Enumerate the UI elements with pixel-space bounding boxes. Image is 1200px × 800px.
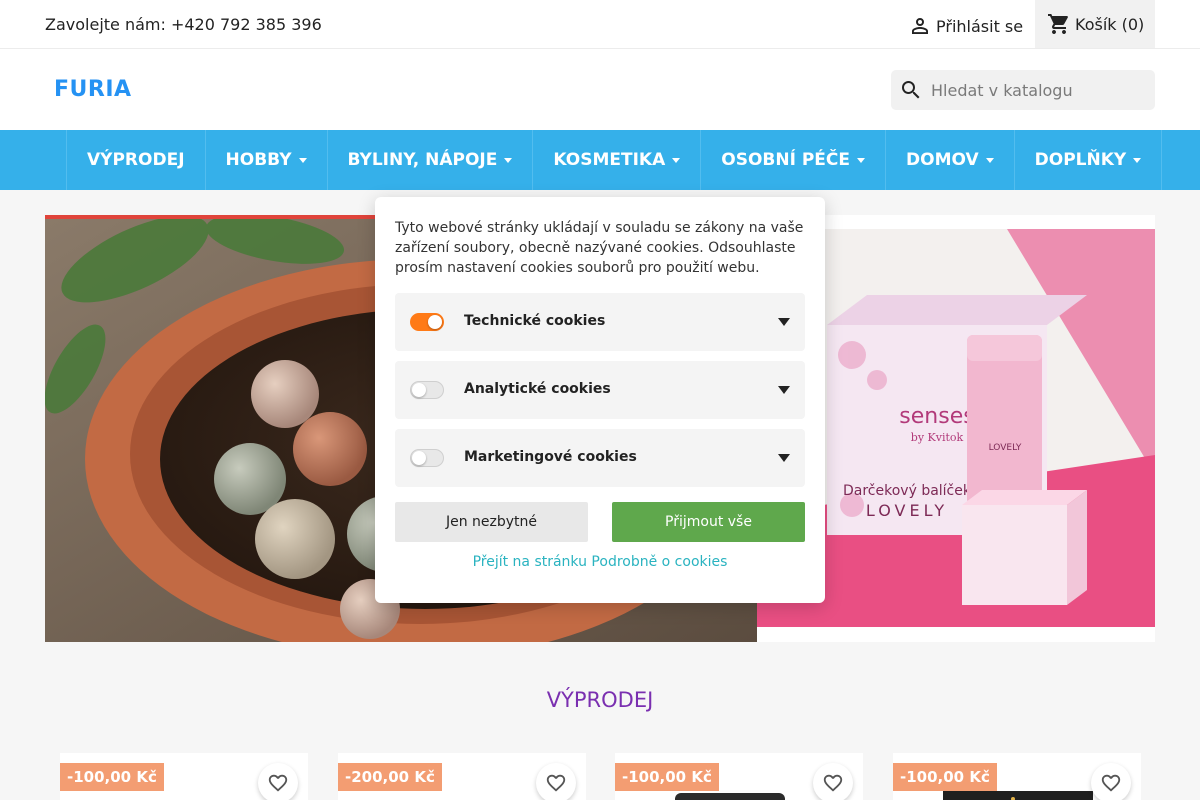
nav-item-label: KOSMETIKA	[553, 150, 666, 170]
cookie-category-analytics[interactable]: Analytické cookies	[395, 361, 805, 419]
nav-item-label: DOPLŇKY	[1034, 150, 1127, 170]
product-card[interactable]: -200,00 Kč	[338, 753, 586, 800]
caret-down-icon	[672, 157, 681, 163]
heart-outline-icon	[1101, 774, 1121, 792]
nav-item-label: OSOBNÍ PÉČE	[721, 150, 850, 170]
gift-title: Darčekový balíček	[843, 483, 972, 499]
signin-label: Přihlásit se	[936, 16, 1024, 36]
cookie-category-label: Marketingové cookies	[464, 449, 637, 465]
wishlist-button[interactable]	[813, 763, 853, 800]
caret-down-icon	[985, 157, 994, 163]
discount-badge: -100,00 Kč	[615, 763, 719, 791]
cart-label: Košík (0)	[1075, 14, 1145, 34]
wishlist-button[interactable]	[536, 763, 576, 800]
search-box[interactable]	[891, 70, 1155, 110]
signin-link[interactable]: Přihlásit se	[908, 14, 1023, 38]
search-icon[interactable]	[899, 78, 923, 102]
cart-button[interactable]: Košík (0)	[1035, 0, 1155, 48]
nav-item-osobní-péče[interactable]: OSOBNÍ PÉČE	[701, 130, 886, 190]
cookie-category-label: Technické cookies	[464, 313, 606, 329]
marketing-cookies-toggle[interactable]	[410, 449, 444, 467]
cookie-consent-dialog: Tyto webové stránky ukládají v souladu s…	[375, 197, 825, 603]
search-input[interactable]	[931, 80, 1141, 100]
caret-down-icon	[1133, 157, 1142, 163]
product-thumbnail	[943, 791, 1093, 800]
discount-badge: -100,00 Kč	[60, 763, 164, 791]
caret-down-icon	[298, 157, 307, 163]
necessary-only-button[interactable]: Jen nezbytné	[395, 502, 588, 542]
wishlist-button[interactable]	[258, 763, 298, 800]
shopping-cart-icon	[1048, 14, 1068, 34]
main-nav: VÝPRODEJ HOBBY BYLINY, NÁPOJE KOSMETIKA OSOB…	[0, 130, 1200, 190]
analytics-cookies-toggle[interactable]	[410, 381, 444, 399]
nav-item-hobby[interactable]: HOBBY	[206, 130, 328, 190]
nav-item-label: DOMOV	[906, 150, 979, 170]
product-card[interactable]: -100,00 Kč	[615, 753, 863, 800]
accept-all-button[interactable]: Přijmout vše	[612, 502, 805, 542]
nav-list: VÝPRODEJ HOBBY BYLINY, NÁPOJE KOSMETIKA OSOB…	[66, 130, 1163, 190]
technical-cookies-toggle[interactable]	[410, 313, 444, 331]
gift-brand-sub: by Kvitok	[911, 431, 964, 444]
section-title: VÝPRODEJ	[546, 688, 654, 712]
jar-label: LOVELY	[989, 443, 1022, 453]
caret-down-icon	[857, 157, 865, 163]
site-logo[interactable]: FURIA	[54, 77, 132, 102]
nav-item-label: BYLINY, NÁPOJE	[347, 150, 498, 170]
wishlist-button[interactable]	[1091, 763, 1131, 800]
caret-down-icon[interactable]	[778, 454, 790, 462]
nav-item-label: HOBBY	[225, 150, 292, 170]
cookie-details-link[interactable]: Přejít na stránku Podrobně o cookies	[375, 554, 825, 570]
gift-brand: senses	[899, 404, 974, 429]
nav-item-výprodej[interactable]: VÝPRODEJ	[67, 130, 206, 190]
discount-badge: -200,00 Kč	[338, 763, 442, 791]
product-card[interactable]: -100,00 Kč	[893, 753, 1141, 800]
caret-down-icon[interactable]	[778, 318, 790, 326]
nav-item-domov[interactable]: DOMOV	[886, 130, 1015, 190]
header: FURIA	[0, 49, 1200, 130]
person-icon	[912, 18, 928, 34]
contact-phone: Zavolejte nám: +420 792 385 396	[45, 15, 322, 34]
product-thumbnail	[675, 793, 785, 800]
cookie-category-label: Analytické cookies	[464, 381, 611, 397]
discount-badge: -100,00 Kč	[893, 763, 997, 791]
heart-outline-icon	[268, 774, 288, 792]
nav-item-label: VÝPRODEJ	[87, 150, 185, 170]
caret-down-icon	[504, 157, 513, 163]
top-bar: Zavolejte nám: +420 792 385 396 Přihlási…	[0, 0, 1200, 49]
cookie-category-marketing[interactable]: Marketingové cookies	[395, 429, 805, 487]
nav-item-doplňky[interactable]: DOPLŇKY	[1015, 130, 1163, 190]
nav-item-kosmetika[interactable]: KOSMETIKA	[533, 130, 702, 190]
caret-down-icon[interactable]	[778, 386, 790, 394]
gift-name: LOVELY	[866, 501, 948, 520]
cookie-category-technical[interactable]: Technické cookies	[395, 293, 805, 351]
product-card[interactable]: -100,00 Kč	[60, 753, 308, 800]
nav-item-byliny-nápoje[interactable]: BYLINY, NÁPOJE	[328, 130, 534, 190]
heart-outline-icon	[823, 774, 843, 792]
cookie-text: Tyto webové stránky ukládají v souladu s…	[395, 220, 804, 276]
heart-outline-icon	[546, 774, 566, 792]
